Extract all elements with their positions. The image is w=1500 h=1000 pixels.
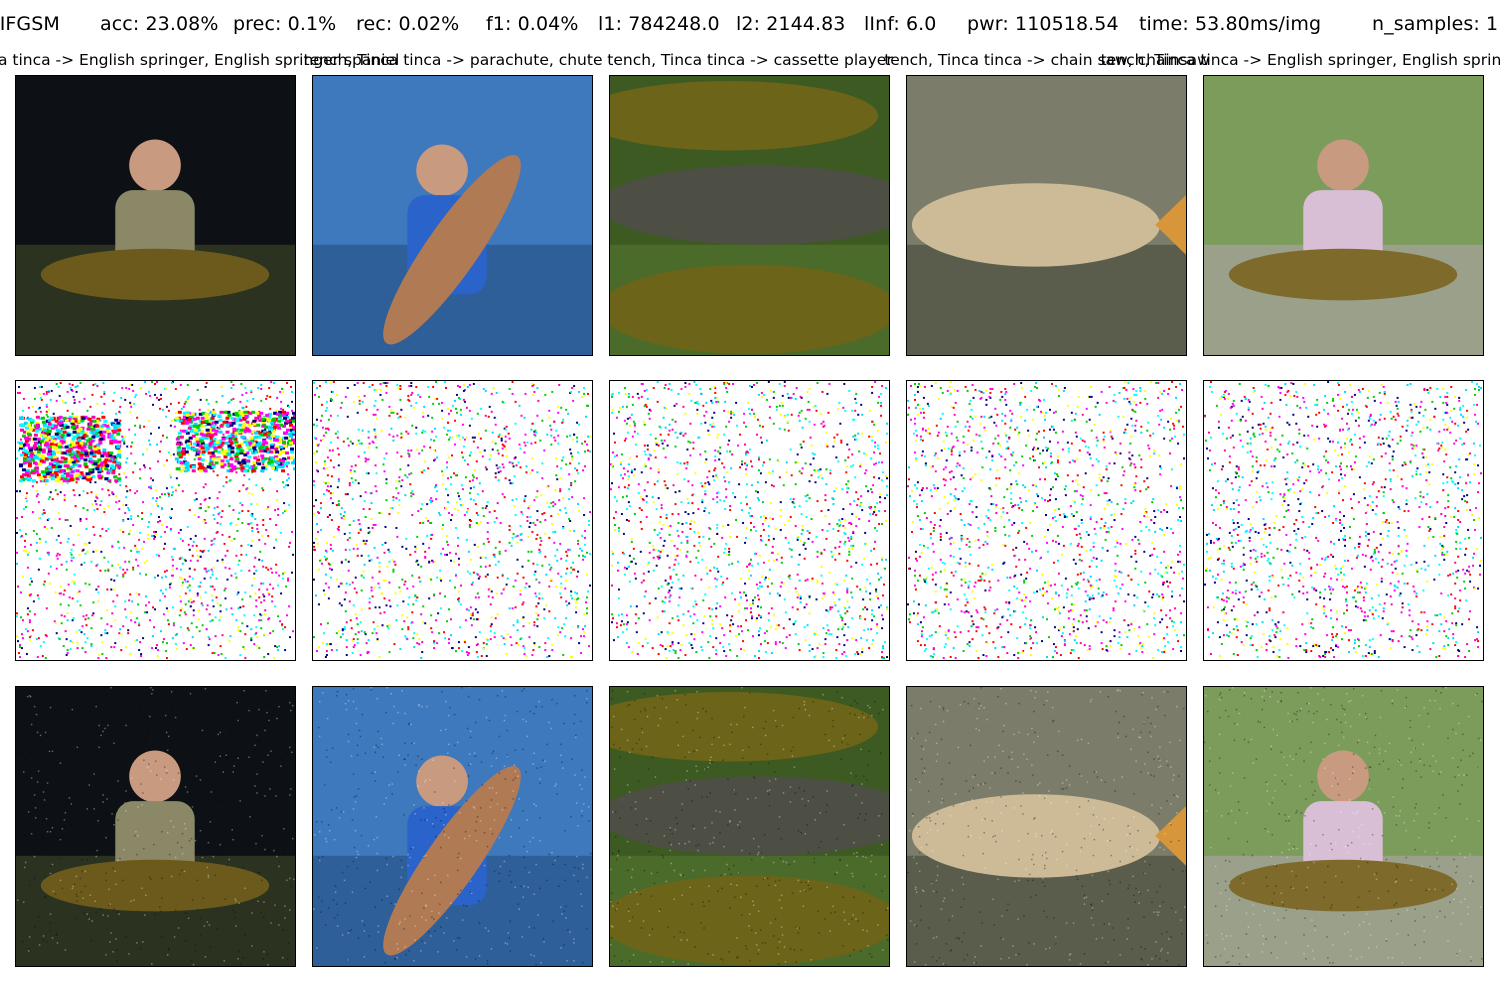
precision-metric: prec: 0.1%: [233, 13, 337, 35]
l2-metric: l2: 2144.83: [736, 13, 846, 35]
adversarial-image-2: [312, 686, 593, 967]
adversarial-image-4: [906, 686, 1187, 967]
original-image-5-graphic: [1204, 76, 1483, 355]
time-metric: time: 53.80ms/img: [1139, 13, 1322, 35]
adversarial-image-3-graphic: [610, 687, 889, 966]
original-image-1: [15, 75, 296, 356]
linf-metric: lInf: 6.0: [864, 13, 937, 35]
perturbation-image-1: [15, 380, 296, 661]
power-metric: pwr: 110518.54: [967, 13, 1119, 35]
adversarial-image-4-graphic: [907, 687, 1186, 966]
adversarial-image-1: [15, 686, 296, 967]
original-image-4-graphic: [907, 76, 1186, 355]
caption-strip: tench, Tinca tinca -> English springer, …: [0, 50, 1500, 72]
recall-metric: rec: 0.02%: [356, 13, 460, 35]
perturbation-image-1-graphic: [16, 381, 295, 660]
adversarial-image-2-graphic: [313, 687, 592, 966]
adversarial-image-1-graphic: [16, 687, 295, 966]
accuracy-metric: acc: 23.08%: [100, 13, 219, 35]
perturbation-image-5-graphic: [1204, 381, 1483, 660]
f1-metric: f1: 0.04%: [486, 13, 579, 35]
original-image-5: [1203, 75, 1484, 356]
original-image-3-graphic: [610, 76, 889, 355]
caption-3: tench, Tinca tinca -> cassette player: [607, 51, 893, 69]
perturbation-image-2-graphic: [313, 381, 592, 660]
adversarial-image-5-graphic: [1204, 687, 1483, 966]
perturbation-image-3-graphic: [610, 381, 889, 660]
adversarial-image-3: [609, 686, 890, 967]
perturbation-image-2: [312, 380, 593, 661]
caption-2: tench, Tinca tinca -> parachute, chute: [303, 51, 603, 69]
original-image-2-graphic: [313, 76, 592, 355]
perturbation-image-5: [1203, 380, 1484, 661]
samples-metric: n_samples: 1: [1372, 13, 1499, 35]
original-image-1-graphic: [16, 76, 295, 355]
perturbation-image-4: [906, 380, 1187, 661]
original-image-2: [312, 75, 593, 356]
attack-name: IIFGSM: [0, 13, 60, 35]
l1-metric: l1: 784248.0: [598, 13, 720, 35]
adversarial-image-5: [1203, 686, 1484, 967]
perturbation-image-4-graphic: [907, 381, 1186, 660]
perturbation-image-3: [609, 380, 890, 661]
original-image-3: [609, 75, 890, 356]
caption-5: tench, Tinca tinca -> English springer, …: [1100, 51, 1500, 69]
original-image-4: [906, 75, 1187, 356]
